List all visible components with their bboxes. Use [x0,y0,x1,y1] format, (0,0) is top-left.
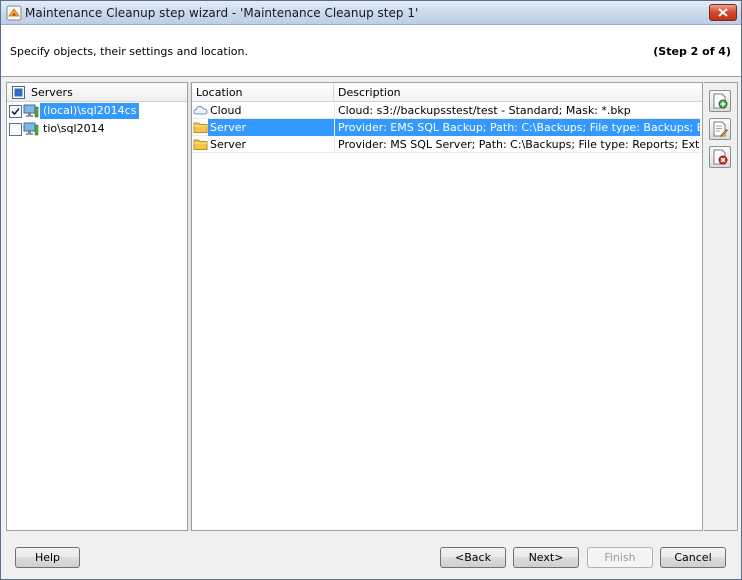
edit-location-icon [713,121,728,137]
add-location-icon [713,93,728,109]
folder-icon [193,122,208,133]
next-button[interactable]: Next> [513,547,579,568]
help-button[interactable]: Help [15,547,80,568]
delete-location-icon [713,149,728,165]
servers-header[interactable]: Servers [7,83,187,102]
location-label: Server [210,121,247,134]
description-cell: Cloud: s3://backupsstest/test - Standard… [334,102,700,119]
location-cell: Server [208,119,334,136]
description-cell: Provider: EMS SQL Backup; Path: C:\Backu… [334,119,700,136]
location-label: Cloud [210,104,242,117]
checkmark-icon [11,107,20,116]
location-label: Server [210,138,247,151]
servers-group-icon [12,86,25,99]
server-item-local[interactable]: (local)\sql2014cs [7,102,187,120]
wizard-header: Specify objects, their settings and loca… [1,25,741,77]
server-name: (local)\sql2014cs [40,103,140,119]
cancel-button[interactable]: Cancel [660,547,726,568]
title-bar[interactable]: Maintenance Cleanup step wizard - 'Maint… [1,1,741,25]
column-header-description[interactable]: Description [334,83,702,102]
folder-icon [193,139,208,150]
computer-icon [23,122,39,136]
server-item-tio[interactable]: tio\sql2014 [7,120,187,138]
location-cell: Cloud [192,102,334,119]
window-title: Maintenance Cleanup step wizard - 'Maint… [25,6,419,20]
location-toolbar [704,82,738,531]
add-location-button[interactable] [709,90,731,112]
description-cell: Provider: MS SQL Server; Path: C:\Backup… [334,136,700,153]
back-button[interactable]: <Back [440,547,506,568]
servers-header-label: Servers [31,86,73,99]
close-button[interactable] [709,4,737,21]
location-cell: Server [192,136,334,153]
grid-header: Location Description [192,83,702,102]
wizard-app-icon [6,5,22,21]
step-description: Specify objects, their settings and loca… [10,45,248,58]
column-header-location[interactable]: Location [192,83,334,102]
server-name: tio\sql2014 [43,122,105,135]
location-row-server-reports[interactable]: Server Provider: MS SQL Server; Path: C:… [192,136,702,153]
server-checkbox-local[interactable] [9,105,22,118]
close-icon [718,8,728,17]
step-indicator: (Step 2 of 4) [653,45,731,58]
edit-location-button[interactable] [709,118,731,140]
finish-button[interactable]: Finish [587,547,653,568]
cloud-icon [193,105,208,115]
location-row-server-backups[interactable]: Server Provider: EMS SQL Backup; Path: C… [192,119,702,136]
servers-panel: Servers (local)\sql2014cs tio\sql2014 [6,82,188,531]
server-checkbox-tio[interactable] [9,123,22,136]
locations-grid: Location Description Cloud Cloud: s3://b… [191,82,703,531]
location-row-cloud[interactable]: Cloud Cloud: s3://backupsstest/test - St… [192,102,702,119]
wizard-window: Maintenance Cleanup step wizard - 'Maint… [0,0,742,580]
delete-location-button[interactable] [709,146,731,168]
computer-icon [23,104,39,118]
